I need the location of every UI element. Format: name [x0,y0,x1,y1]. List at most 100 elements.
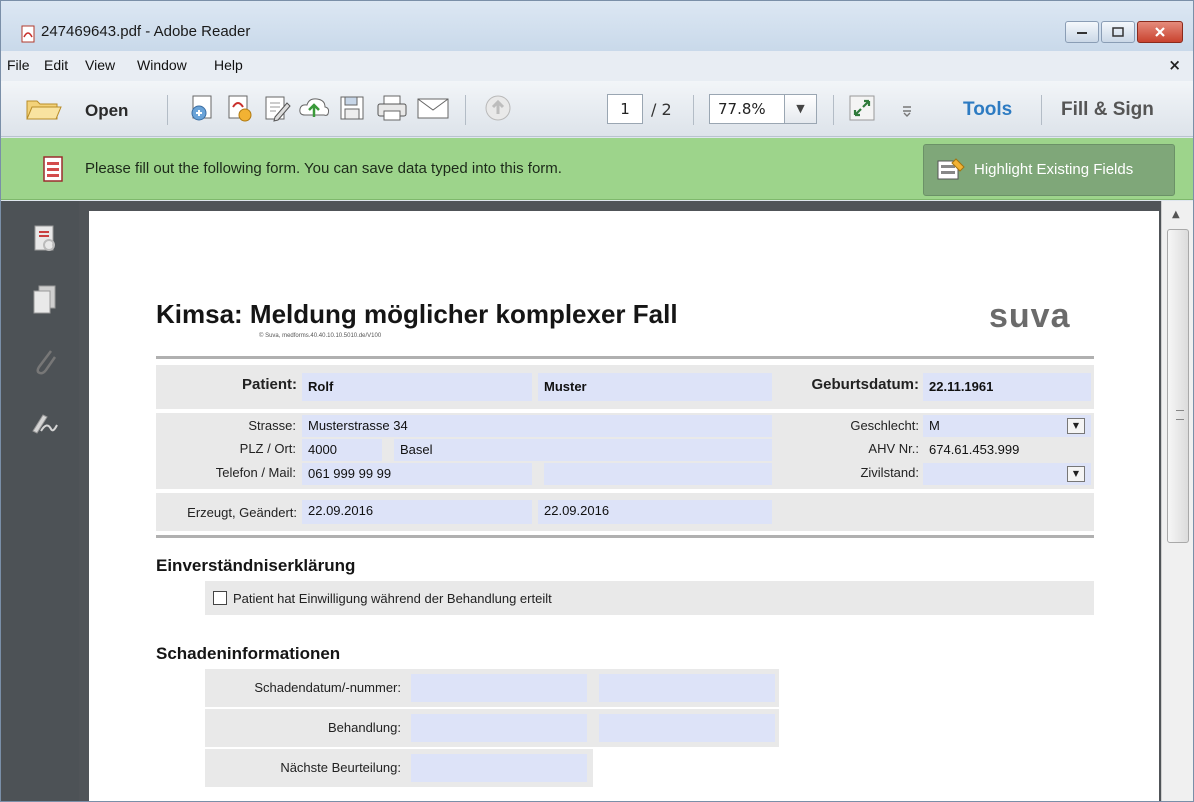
divider [156,356,1094,359]
treatment-field-1[interactable] [411,714,587,742]
scrollbar-thumb[interactable] [1167,229,1189,543]
consent-checkbox-label: Patient hat Einwilligung während der Beh… [233,591,552,606]
damage-date-field[interactable] [411,674,587,702]
menu-file[interactable]: File [7,57,30,73]
suva-logo: suva [989,297,1071,335]
export-pdf-icon[interactable] [223,93,255,123]
menu-help[interactable]: Help [214,57,243,73]
ahv-label: AHV Nr.: [868,441,919,456]
menu-window[interactable]: Window [137,57,187,73]
damage-info-heading: Schadeninformationen [156,644,341,663]
navigation-pane [1,201,79,801]
gender-label: Geschlecht: [850,418,919,433]
document-viewport: Kimsa: Meldung möglicher komplexer Fall … [79,201,1161,801]
main-toolbar: Open 1 / 2 77.8% ▼ Tools Fill & Sign [1,81,1193,137]
treatment-field-2[interactable] [599,714,775,742]
full-screen-icon[interactable] [847,93,877,123]
city-field[interactable]: Basel [394,439,772,461]
page-number-input[interactable]: 1 [607,94,643,124]
civil-status-select[interactable] [923,463,1091,485]
window-title: 247469643.pdf - Adobe Reader [41,23,251,40]
plz-field[interactable]: 4000 [302,439,382,461]
next-assessment-field[interactable] [411,754,587,782]
highlight-fields-label: Highlight Existing Fields [974,161,1134,178]
street-field[interactable]: Musterstrasse 34 [302,415,772,437]
minimize-icon [1077,32,1087,34]
toolbar-separator [167,95,168,125]
fill-and-sign-button[interactable]: Fill & Sign [1061,99,1154,121]
birthdate-label: Geburtsdatum: [811,376,919,393]
title-bar: 247469643.pdf - Adobe Reader [1,1,1193,51]
phone-field[interactable]: 061 999 99 99 [302,463,532,485]
created-date-field[interactable]: 22.09.2016 [302,500,532,524]
form-title: Kimsa: Meldung möglicher komplexer Fall [156,299,678,329]
close-window-button[interactable] [1137,21,1183,43]
maximize-button[interactable] [1101,21,1135,43]
menu-edit[interactable]: Edit [44,57,68,73]
pages-icon[interactable] [29,283,61,315]
previous-page-icon[interactable] [483,93,513,123]
scroll-up-icon[interactable]: ▲ [1172,209,1180,220]
damage-number-field[interactable] [599,674,775,702]
birthdate-field[interactable]: 22.11.1961 [923,373,1091,401]
open-button[interactable]: Open [85,101,128,121]
close-document-button[interactable]: × [1168,56,1181,74]
created-changed-label: Erzeugt, Geändert: [187,505,297,520]
divider [156,535,1094,538]
damage-date-label: Schadendatum/-nummer: [254,680,401,695]
attachments-icon[interactable] [29,345,61,377]
next-assessment-label: Nächste Beurteilung: [280,760,401,775]
maximize-icon [1112,27,1124,37]
patient-last-name-field[interactable]: Muster [538,373,772,401]
cloud-upload-icon[interactable] [297,93,331,123]
window-controls [1063,21,1183,43]
civil-status-dropdown-icon[interactable]: ▼ [1067,466,1085,482]
email-icon[interactable] [415,93,451,123]
gender-select[interactable]: M [923,415,1091,437]
highlight-fields-button[interactable]: Highlight Existing Fields [923,144,1175,196]
form-notification-message: Please fill out the following form. You … [85,160,562,177]
close-icon [1155,27,1165,37]
pdf-file-icon [21,25,35,43]
consent-heading: Einverständniserklärung [156,556,356,575]
mail-field[interactable] [544,463,772,485]
scrollbar-grip-icon [1176,410,1184,420]
create-pdf-icon[interactable] [187,93,219,123]
patient-label: Patient: [241,376,297,393]
civil-status-label: Zivilstand: [860,465,919,480]
page-count: / 2 [651,100,672,119]
form-reference: © Suva, medforms.40.40.10.10.5010.de/V10… [259,333,382,339]
tools-button[interactable]: Tools [963,99,1012,121]
folder-open-icon[interactable] [23,93,63,123]
pdf-page: Kimsa: Meldung möglicher komplexer Fall … [89,211,1159,801]
gender-dropdown-icon[interactable]: ▼ [1067,418,1085,434]
changed-date-field[interactable]: 22.09.2016 [538,500,772,524]
treatment-label: Behandlung: [327,720,401,735]
vertical-scrollbar[interactable]: ▲ [1161,201,1193,801]
signatures-icon[interactable] [29,407,61,439]
phone-mail-label: Telefon / Mail: [215,465,296,480]
plz-ort-label: PLZ / Ort: [239,441,296,456]
menu-view[interactable]: View [85,57,115,73]
highlight-fields-icon [937,158,965,180]
zoom-dropdown-button[interactable]: ▼ [785,94,817,124]
edit-pdf-icon[interactable] [261,93,293,123]
toolbar-separator [693,95,694,125]
page-thumbnails-icon[interactable] [29,223,61,255]
toolbar-separator [465,95,466,125]
patient-first-name-field[interactable]: Rolf [302,373,532,401]
ahv-field[interactable]: 674.61.453.999 [923,439,1091,461]
toolbar-separator [833,95,834,125]
form-notification-bar: Please fill out the following form. You … [1,138,1193,200]
minimize-button[interactable] [1065,21,1099,43]
street-label: Strasse: [248,418,296,433]
save-icon[interactable] [337,93,367,123]
toolbar-separator [1041,95,1042,125]
print-icon[interactable] [375,93,409,123]
toolbar-overflow-icon[interactable] [897,93,917,123]
consent-checkbox[interactable] [213,591,227,605]
zoom-level-input[interactable]: 77.8% [709,94,785,124]
menu-bar: File Edit View Window Help × [1,51,1193,81]
form-document-icon [43,156,63,182]
reader-window: 247469643.pdf - Adobe Reader File Edit V… [0,0,1194,802]
